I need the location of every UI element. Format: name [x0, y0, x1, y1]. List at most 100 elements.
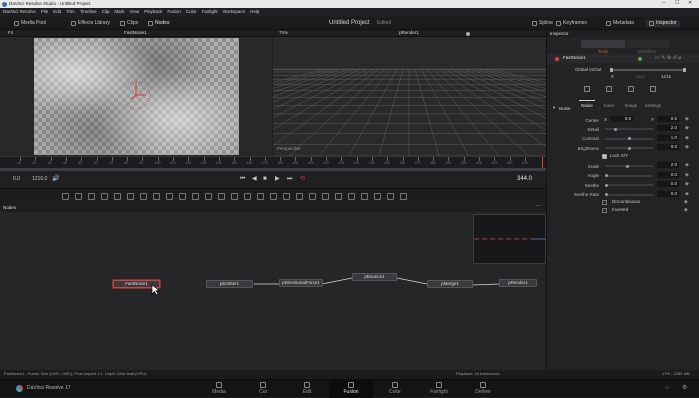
global-inout-range[interactable] [610, 68, 686, 72]
metadata-button[interactable]: Metadata [606, 21, 634, 26]
tab-modifiers[interactable]: Modifiers [625, 40, 669, 54]
render-range-bar[interactable] [0, 168, 546, 171]
polygon-tool-icon[interactable] [114, 193, 121, 200]
media-pool-button[interactable]: Media Pool [14, 21, 46, 26]
subtab-image[interactable]: Image [621, 85, 641, 108]
page-media[interactable]: Media [197, 380, 241, 398]
keyframe-add-icon[interactable]: ◆ [684, 207, 688, 213]
bspline-tool-icon[interactable] [127, 193, 134, 200]
background-tool-icon[interactable] [62, 193, 69, 200]
inverted-checkbox[interactable] [602, 207, 607, 213]
menu-item[interactable]: Edit [53, 9, 61, 15]
param-value-field[interactable]: 0.0 [657, 171, 679, 178]
ellipse-mask-tool-icon[interactable] [244, 193, 251, 200]
slider-handle[interactable] [614, 127, 618, 131]
param-value-field[interactable]: 0.0 [657, 144, 679, 150]
bspline-mask-tool-icon[interactable] [270, 193, 277, 200]
effects-library-button[interactable]: Effects Library [71, 21, 110, 26]
param-value-field[interactable]: 1.0 [657, 134, 679, 141]
keyframe-add-icon[interactable]: ◆ [685, 181, 689, 187]
page-deliver[interactable]: Deliver [461, 380, 505, 398]
page-color[interactable]: Color [373, 380, 417, 398]
close-icon[interactable]: ✕ [688, 1, 692, 6]
render-tool-icon[interactable] [296, 193, 303, 200]
go-to-end-icon[interactable]: ⏭ [287, 176, 292, 182]
channel-tool-icon[interactable] [192, 193, 199, 200]
discontinuous-checkbox[interactable] [602, 199, 607, 205]
clips-button[interactable]: Clips [120, 21, 138, 26]
menu-item[interactable]: Help [250, 9, 259, 15]
emitter-tool-icon[interactable] [283, 193, 290, 200]
page-fairlight[interactable]: Fairlight [417, 380, 461, 398]
merge3d-tool-icon[interactable] [335, 193, 342, 200]
param-slider[interactable] [605, 137, 653, 140]
center-crosshair-icon[interactable] [124, 78, 164, 118]
loop-icon[interactable]: ⟲ [300, 176, 305, 182]
text3d-tool-icon[interactable] [322, 193, 329, 200]
minimize-icon[interactable]: ─ [662, 1, 666, 6]
slider-handle[interactable] [625, 164, 629, 168]
camera3d-tool-icon[interactable] [348, 193, 355, 200]
keyframe-add-icon[interactable]: ◆ [685, 162, 689, 168]
right-viewer[interactable]: Perspective [273, 37, 546, 156]
param-slider[interactable] [605, 127, 653, 131]
param-value-field[interactable]: 0.0 [657, 181, 679, 187]
menu-item[interactable]: DaVinci Resolve [3, 9, 36, 15]
node-pemitter[interactable]: pEmitter1 [206, 280, 253, 288]
keyframes-button[interactable]: Keyframes [556, 21, 587, 26]
lock-xy-checkbox[interactable]: ✓ [602, 153, 607, 159]
slider-handle[interactable] [605, 174, 608, 177]
current-time[interactable]: 344.0 [517, 176, 532, 182]
menu-item[interactable]: Timeline [80, 9, 97, 15]
keyframe-add-icon[interactable]: ◆ [685, 125, 689, 131]
keyframe-add-icon[interactable]: ◆ [684, 199, 688, 205]
fastnoise-tool-icon[interactable] [387, 193, 394, 200]
keyframe-add-icon[interactable]: ◆ [685, 172, 689, 178]
menu-item[interactable]: Fusion [167, 9, 181, 15]
menu-item[interactable]: View [129, 9, 139, 15]
keyframe-add-icon[interactable]: ◆ [685, 135, 689, 141]
merge-tool-icon[interactable] [101, 193, 108, 200]
end-time[interactable]: 1216.0 [32, 177, 47, 182]
node-pbounce[interactable]: pBounce1 [352, 273, 397, 281]
transform-tool-icon[interactable] [205, 193, 212, 200]
in-value[interactable]: 0 [611, 74, 614, 80]
param-slider[interactable] [605, 164, 653, 168]
page-cut[interactable]: Cut [241, 380, 285, 398]
home-icon[interactable]: ⌂ [665, 385, 669, 391]
menu-item[interactable]: Playback [144, 9, 162, 15]
out-value[interactable]: 1216 [661, 74, 671, 80]
node-pdirectionalforce[interactable]: pDirectionalForce1 [279, 279, 323, 287]
slider-handle[interactable] [605, 183, 608, 187]
shape3d-tool-icon[interactable] [309, 193, 316, 200]
spline-button[interactable]: Spline [532, 21, 553, 26]
slider-handle[interactable] [605, 193, 608, 196]
inspector-button[interactable]: Inspector [646, 20, 680, 27]
slider-handle[interactable] [628, 146, 631, 150]
menu-item[interactable]: Workspace [223, 9, 245, 15]
matte-tool-icon[interactable] [179, 193, 186, 200]
center-y-field[interactable]: 0.5 [657, 116, 679, 122]
resize-tool-icon[interactable] [218, 193, 225, 200]
keyframe-add-icon[interactable]: ◆ [685, 116, 689, 122]
curves-tool-icon[interactable] [166, 193, 173, 200]
keyframe-add-icon[interactable]: ◆ [685, 191, 689, 197]
maximize-icon[interactable]: ☐ [675, 1, 679, 6]
param-slider[interactable] [605, 183, 653, 187]
subtab-noise[interactable]: Noise [577, 85, 597, 108]
subtab-color[interactable]: Color [599, 85, 619, 108]
slider-handle[interactable] [628, 137, 631, 140]
particles-tool-icon[interactable] [400, 193, 407, 200]
time-ruler[interactable]: 10 20 30 40 50 60 70 80 90 100 110 120 130 140 150 160 1… [0, 156, 546, 169]
param-slider[interactable] [605, 174, 653, 177]
tab-tools[interactable]: Tools [581, 40, 625, 54]
param-slider[interactable] [605, 193, 653, 196]
keyframe-add-icon[interactable]: ◆ [685, 144, 689, 150]
node-pmerge[interactable]: pMerge1 [427, 280, 473, 288]
right-zoom-select[interactable]: 75% [279, 30, 288, 36]
node-prender[interactable]: pRender1 [499, 279, 537, 287]
render3d-tool-icon[interactable] [361, 193, 368, 200]
play-icon[interactable]: ▶ [275, 176, 280, 182]
menu-item[interactable]: Mark [114, 9, 124, 15]
param-value-field[interactable]: 2.0 [657, 125, 679, 131]
